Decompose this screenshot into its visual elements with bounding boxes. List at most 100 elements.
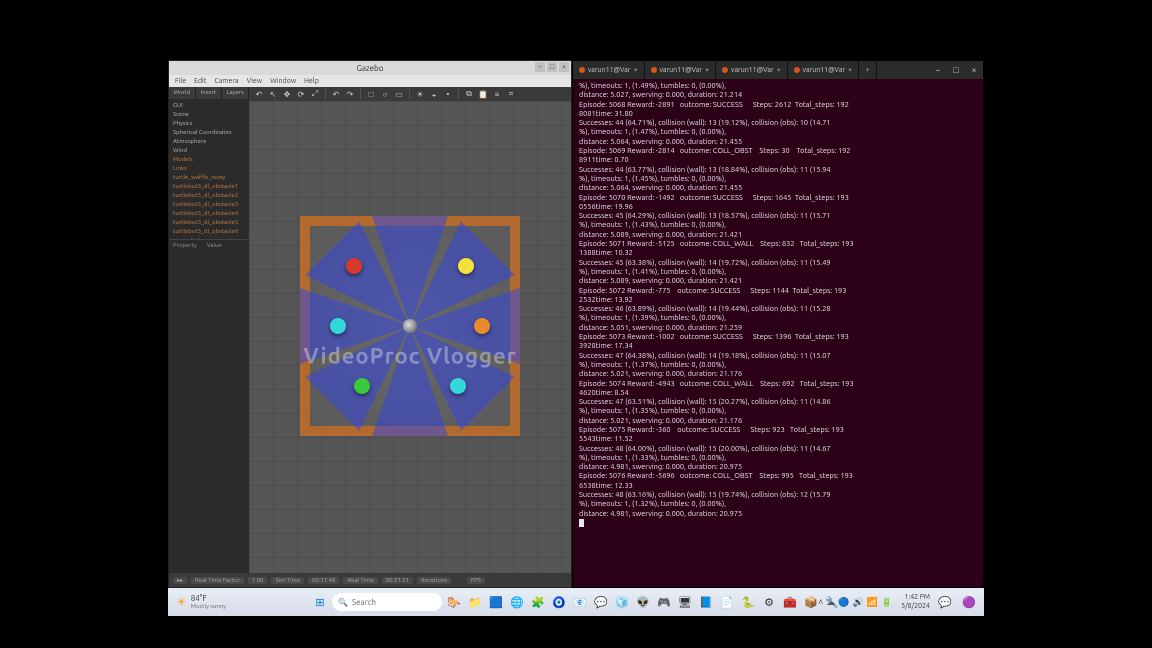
copilot-icon[interactable]: 🟣 bbox=[960, 593, 978, 611]
taskbar-app-icon[interactable]: 💬 bbox=[592, 593, 610, 611]
cube-icon[interactable]: □ bbox=[365, 88, 377, 100]
tree-item[interactable]: turtlebot3_dl_obstacle1 bbox=[173, 182, 245, 191]
taskbar-search[interactable]: 🔍Search bbox=[332, 593, 442, 611]
gazebo-toolbar[interactable]: ↶↖✥⟳⤢↶↷□○▭☀◒•⧉📋≡⌗ bbox=[249, 87, 571, 101]
close-tab-icon[interactable]: × bbox=[634, 66, 638, 74]
snap-icon[interactable]: ⌗ bbox=[505, 88, 517, 100]
close-button[interactable]: × bbox=[559, 62, 569, 72]
taskbar-app-icon[interactable]: 📁 bbox=[466, 593, 484, 611]
spot-icon[interactable]: ◒ bbox=[428, 88, 440, 100]
menu-view[interactable]: View bbox=[247, 77, 263, 85]
point-icon[interactable]: • bbox=[442, 88, 454, 100]
tray-icon[interactable]: 📶 bbox=[867, 597, 878, 607]
menu-camera[interactable]: Camera bbox=[215, 77, 239, 85]
notifications-icon[interactable]: 💬 bbox=[936, 593, 954, 611]
menu-edit[interactable]: Edit bbox=[194, 77, 206, 85]
tray-icon[interactable]: 🔵 bbox=[838, 597, 849, 607]
paste-icon[interactable]: 📋 bbox=[477, 88, 489, 100]
gazebo-menubar[interactable]: File Edit Camera View Window Help bbox=[169, 75, 571, 87]
menu-window[interactable]: Window bbox=[270, 77, 296, 85]
align-icon[interactable]: ≡ bbox=[491, 88, 503, 100]
tree-item[interactable]: turtlebot3_dl_obstacle6 bbox=[173, 227, 245, 236]
tray-icon[interactable]: 🔋 bbox=[881, 597, 892, 607]
tree-item[interactable]: turtlebot3_dl_obstacle5 bbox=[173, 218, 245, 227]
tray-icon[interactable]: 🔊 bbox=[853, 597, 864, 607]
terminal-tab[interactable]: varun11@Var × bbox=[645, 61, 717, 79]
taskbar-app-icon[interactable]: 🧩 bbox=[529, 593, 547, 611]
new-tab-button[interactable]: + bbox=[859, 61, 877, 79]
windows-taskbar[interactable]: ☀ 84°F Mostly sunny ⊞🔍Search🐎📁🟦🌐🧩🧿📧💬🧊👽🎮🖥… bbox=[168, 588, 984, 616]
taskbar-app-icon[interactable]: ⚙ bbox=[760, 593, 778, 611]
terminal-tab[interactable]: varun11@Var × bbox=[716, 61, 788, 79]
taskbar-app-icon[interactable]: 🧿 bbox=[550, 593, 568, 611]
gazebo-viewport[interactable]: ↶↖✥⟳⤢↶↷□○▭☀◒•⧉📋≡⌗ VideoProc Vlogger bbox=[249, 87, 571, 573]
tree-item[interactable]: turtlebot3_dl_obstacle2 bbox=[173, 191, 245, 200]
gazebo-statusbar[interactable]: ▸▸Real Time Factor1.00Sim Time00:31:48Re… bbox=[169, 573, 571, 587]
maximize-button[interactable]: □ bbox=[947, 61, 965, 79]
tree-item[interactable]: Atmosphere bbox=[173, 137, 245, 146]
ubuntu-icon bbox=[651, 67, 657, 73]
tree-item[interactable]: turtlebot3_dl_obstacle4 bbox=[173, 209, 245, 218]
menu-file[interactable]: File bbox=[175, 77, 186, 85]
terminal-output[interactable]: %), timeouts: 1, (1.49%), tumbles: 0, (0… bbox=[573, 79, 983, 587]
close-button[interactable]: × bbox=[965, 61, 983, 79]
redo-icon[interactable]: ↷ bbox=[344, 88, 356, 100]
side-tabs[interactable]: WorldInsertLayers bbox=[169, 87, 249, 99]
taskbar-app-icon[interactable]: 📄 bbox=[718, 593, 736, 611]
tray-icon[interactable]: ˄ bbox=[818, 597, 823, 607]
copy-icon[interactable]: ⧉ bbox=[463, 88, 475, 100]
tree-item[interactable]: turtlebot3_dl_obstacle3 bbox=[173, 200, 245, 209]
taskbar-app-icon[interactable]: 🖥 bbox=[676, 593, 694, 611]
taskbar-app-icon[interactable]: 🐎 bbox=[445, 593, 463, 611]
↶-icon[interactable]: ↶ bbox=[253, 88, 265, 100]
play-pause-button[interactable]: ▸▸ bbox=[173, 577, 187, 584]
system-tray[interactable]: ˄☁🔵 🔊📶🔋 1:42 PM 5/8/2024 💬 🟣 bbox=[818, 593, 978, 611]
world-tree[interactable]: GUIScenePhysicsSpherical CoordinatesAtmo… bbox=[169, 99, 249, 239]
sidetab-layers[interactable]: Layers bbox=[222, 87, 249, 99]
tree-item[interactable]: Scene bbox=[173, 110, 245, 119]
sphere-icon[interactable]: ○ bbox=[379, 88, 391, 100]
taskbar-app-icon[interactable]: 🧊 bbox=[613, 593, 631, 611]
taskbar-app-icon[interactable]: 🎮 bbox=[655, 593, 673, 611]
taskbar-app-icon[interactable]: 🐍 bbox=[739, 593, 757, 611]
taskbar-app-icon[interactable]: 👽 bbox=[634, 593, 652, 611]
minimize-button[interactable]: − bbox=[929, 61, 947, 79]
tray-icon[interactable]: ☁ bbox=[826, 597, 835, 607]
taskbar-app-icon[interactable]: 🌐 bbox=[508, 593, 526, 611]
scale-icon[interactable]: ⤢ bbox=[309, 88, 321, 100]
taskbar-app-icon[interactable]: 📧 bbox=[571, 593, 589, 611]
gazebo-titlebar[interactable]: Gazebo − □ × bbox=[169, 61, 571, 75]
close-tab-icon[interactable]: × bbox=[705, 66, 709, 74]
cursor-icon[interactable]: ↖ bbox=[267, 88, 279, 100]
cyl-icon[interactable]: ▭ bbox=[393, 88, 405, 100]
taskbar-app-icon[interactable]: 📘 bbox=[697, 593, 715, 611]
close-tab-icon[interactable]: × bbox=[848, 66, 852, 74]
tree-item[interactable]: Spherical Coordinates bbox=[173, 128, 245, 137]
menu-help[interactable]: Help bbox=[304, 77, 319, 85]
sidetab-world[interactable]: World bbox=[169, 87, 196, 99]
tree-item[interactable]: GUI bbox=[173, 101, 245, 110]
minimize-button[interactable]: − bbox=[535, 62, 545, 72]
close-tab-icon[interactable]: × bbox=[777, 66, 781, 74]
clock[interactable]: 1:42 PM 5/8/2024 bbox=[901, 593, 930, 611]
undo-icon[interactable]: ↶ bbox=[330, 88, 342, 100]
tree-item[interactable]: Links bbox=[173, 164, 245, 173]
tree-item[interactable]: Physics bbox=[173, 119, 245, 128]
terminal-tabbar[interactable]: varun11@Var ×varun11@Var ×varun11@Var ×v… bbox=[573, 61, 983, 79]
taskbar-app-icon[interactable]: 🟦 bbox=[487, 593, 505, 611]
terminal-tab[interactable]: varun11@Var × bbox=[573, 61, 645, 79]
tree-item[interactable]: Wind bbox=[173, 146, 245, 155]
terminal-line: %), timeouts: 1, (1.45%), tumbles: 0, (0… bbox=[579, 175, 977, 184]
taskbar-app-icon[interactable]: 🧰 bbox=[781, 593, 799, 611]
sun-icon[interactable]: ☀ bbox=[414, 88, 426, 100]
weather-widget[interactable]: ☀ 84°F Mostly sunny bbox=[168, 594, 234, 610]
move-icon[interactable]: ✥ bbox=[281, 88, 293, 100]
maximize-button[interactable]: □ bbox=[547, 62, 557, 72]
start-button[interactable]: ⊞ bbox=[311, 593, 329, 611]
tree-item[interactable]: turtle_waffle_noisy bbox=[173, 173, 245, 182]
sidetab-insert[interactable]: Insert bbox=[196, 87, 223, 99]
tree-item[interactable]: Models bbox=[173, 155, 245, 164]
rotate-icon[interactable]: ⟳ bbox=[295, 88, 307, 100]
terminal-line: Episode: 5068 Reward: -2891 outcome: SUC… bbox=[579, 101, 977, 110]
terminal-tab[interactable]: varun11@Var × bbox=[788, 61, 860, 79]
